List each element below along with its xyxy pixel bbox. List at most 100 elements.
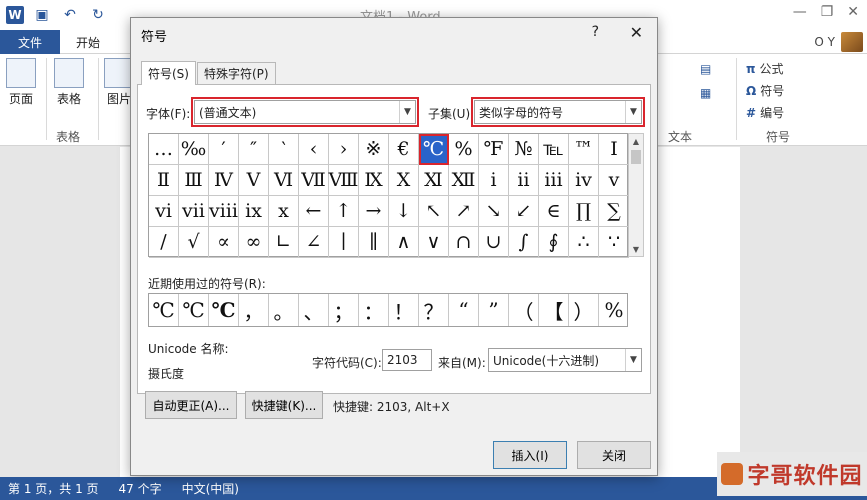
chevron-down-icon[interactable]: ▼ <box>625 349 641 371</box>
tab-file[interactable]: 文件 <box>0 30 60 54</box>
language-status[interactable]: 中文(中国) <box>182 480 239 497</box>
table-button[interactable]: 表格 <box>54 58 84 107</box>
symbol-cell[interactable]: ™ <box>569 134 599 165</box>
symbol-cell[interactable]: ※ <box>359 134 389 165</box>
symbol-cell[interactable]: ⅷ <box>209 196 239 227</box>
symbol-cell[interactable]: ↗ <box>449 196 479 227</box>
scroll-thumb[interactable] <box>631 150 641 164</box>
autocorrect-button[interactable]: 自动更正(A)... <box>145 391 237 419</box>
symbol-cell[interactable]: ″ <box>239 134 269 165</box>
from-select[interactable]: Unicode(十六进制) ▼ <box>488 348 642 372</box>
symbol-cell[interactable]: ‰ <box>179 134 209 165</box>
symbol-cell[interactable]: ↑ <box>329 196 359 227</box>
symbol-cell[interactable]: ∞ <box>239 227 269 258</box>
symbol-cell[interactable]: ⅴ <box>599 165 629 196</box>
user-account[interactable]: O Y <box>814 32 863 52</box>
symbol-cell[interactable]: ∫ <box>509 227 539 258</box>
close-button[interactable]: 关闭 <box>577 441 651 469</box>
symbol-cell[interactable]: № <box>509 134 539 165</box>
minimize-icon[interactable]: — <box>793 4 807 20</box>
symbol-cell[interactable]: › <box>329 134 359 165</box>
scroll-up-icon[interactable]: ▲ <box>629 134 643 148</box>
help-icon[interactable]: ? <box>592 24 599 40</box>
equation-button[interactable]: π 公式 <box>746 60 784 77</box>
symbol-grid-scrollbar[interactable]: ▲ ▼ <box>628 133 644 257</box>
symbol-cell[interactable]: ∟ <box>269 227 299 258</box>
selected-symbol-cell[interactable]: ℃ <box>419 134 449 165</box>
symbol-cell[interactable]: ∑ <box>599 196 629 227</box>
symbol-cell[interactable]: Ⅷ <box>329 165 359 196</box>
recent-symbol-cell[interactable]: ℃ <box>179 294 209 326</box>
symbol-cell[interactable]: ↙ <box>509 196 539 227</box>
chevron-down-icon[interactable]: ▼ <box>399 101 415 123</box>
char-code-input[interactable]: 2103 <box>382 349 432 371</box>
symbol-cell[interactable]: Ⅲ <box>179 165 209 196</box>
symbol-cell[interactable]: ℉ <box>479 134 509 165</box>
symbol-cell[interactable]: ∴ <box>569 227 599 258</box>
symbol-cell[interactable]: Ⅵ <box>269 165 299 196</box>
tab-home[interactable]: 开始 <box>68 30 108 54</box>
symbol-cell[interactable]: √ <box>179 227 209 258</box>
symbol-cell[interactable]: ∧ <box>389 227 419 258</box>
recent-symbol-cell[interactable]: ℃ <box>209 294 239 326</box>
symbol-cell[interactable]: ∏ <box>569 196 599 227</box>
word-count[interactable]: 47 个字 <box>119 480 162 497</box>
symbol-cell[interactable]: ‵ <box>269 134 299 165</box>
scroll-down-icon[interactable]: ▼ <box>629 242 643 256</box>
symbol-cell[interactable]: Ⅰ <box>599 134 629 165</box>
symbol-cell[interactable]: ∕ <box>149 227 179 258</box>
symbol-cell[interactable]: ↘ <box>479 196 509 227</box>
recent-symbol-cell[interactable]: 【 <box>539 294 569 326</box>
symbol-cell[interactable]: ∥ <box>359 227 389 258</box>
save-icon[interactable]: ▣ <box>32 5 52 25</box>
recent-symbol-cell[interactable]: ” <box>479 294 509 326</box>
undo-icon[interactable]: ↶ <box>60 5 80 25</box>
recent-symbol-cell[interactable]: ？ <box>419 294 449 326</box>
symbol-cell[interactable]: Ⅶ <box>299 165 329 196</box>
tab-special-characters[interactable]: 特殊字符(P) <box>197 62 276 84</box>
recent-symbol-cell[interactable]: 、 <box>299 294 329 326</box>
text-options-icon[interactable]: ▤ <box>700 62 711 76</box>
symbol-cell[interactable]: ⅲ <box>539 165 569 196</box>
recent-symbol-cell[interactable]: % <box>599 294 629 326</box>
symbol-cell[interactable]: ∝ <box>209 227 239 258</box>
recent-symbol-cell[interactable]: ， <box>239 294 269 326</box>
symbol-cell[interactable]: Ⅻ <box>449 165 479 196</box>
close-icon[interactable]: ✕ <box>630 23 643 42</box>
symbol-cell[interactable]: Ⅱ <box>149 165 179 196</box>
recent-symbol-cell[interactable]: ） <box>569 294 599 326</box>
symbol-cell[interactable]: ⅹ <box>269 196 299 227</box>
recent-symbol-cell[interactable]: （ <box>509 294 539 326</box>
shortcut-key-button[interactable]: 快捷键(K)... <box>245 391 323 419</box>
symbol-cell[interactable]: ← <box>299 196 329 227</box>
page-count[interactable]: 第 1 页，共 1 页 <box>8 480 99 497</box>
window-close-icon[interactable]: ✕ <box>847 4 859 20</box>
recent-symbol-cell[interactable]: ！ <box>389 294 419 326</box>
symbol-cell[interactable]: ⅵ <box>149 196 179 227</box>
symbol-cell[interactable]: ∈ <box>539 196 569 227</box>
symbol-cell[interactable]: ℡ <box>539 134 569 165</box>
symbol-cell[interactable]: ↓ <box>389 196 419 227</box>
pages-button[interactable]: 页面 <box>6 58 36 107</box>
recent-symbol-cell[interactable]: ： <box>359 294 389 326</box>
symbol-cell[interactable]: ⅸ <box>239 196 269 227</box>
recent-symbol-cell[interactable]: “ <box>449 294 479 326</box>
symbol-cell[interactable]: ⅶ <box>179 196 209 227</box>
chevron-down-icon[interactable]: ▼ <box>625 101 641 123</box>
symbol-cell[interactable]: Ⅸ <box>359 165 389 196</box>
symbol-cell[interactable]: Ⅴ <box>239 165 269 196</box>
symbol-cell[interactable]: ⅱ <box>509 165 539 196</box>
signature-icon[interactable]: ▦ <box>700 86 711 100</box>
symbol-cell[interactable]: Ⅺ <box>419 165 449 196</box>
symbol-cell[interactable]: ∵ <box>599 227 629 258</box>
numbering-button[interactable]: # 编号 <box>746 104 784 121</box>
symbol-cell[interactable]: → <box>359 196 389 227</box>
symbol-cell[interactable]: Ⅳ <box>209 165 239 196</box>
symbol-cell[interactable]: ∩ <box>449 227 479 258</box>
symbol-cell[interactable]: ⅰ <box>479 165 509 196</box>
symbol-button[interactable]: Ω 符号 <box>746 82 784 99</box>
symbol-cell[interactable]: ∠ <box>299 227 329 258</box>
symbol-cell[interactable]: ∣ <box>329 227 359 258</box>
symbol-cell[interactable]: % <box>449 134 479 165</box>
tab-symbols[interactable]: 符号(S) <box>141 61 196 85</box>
